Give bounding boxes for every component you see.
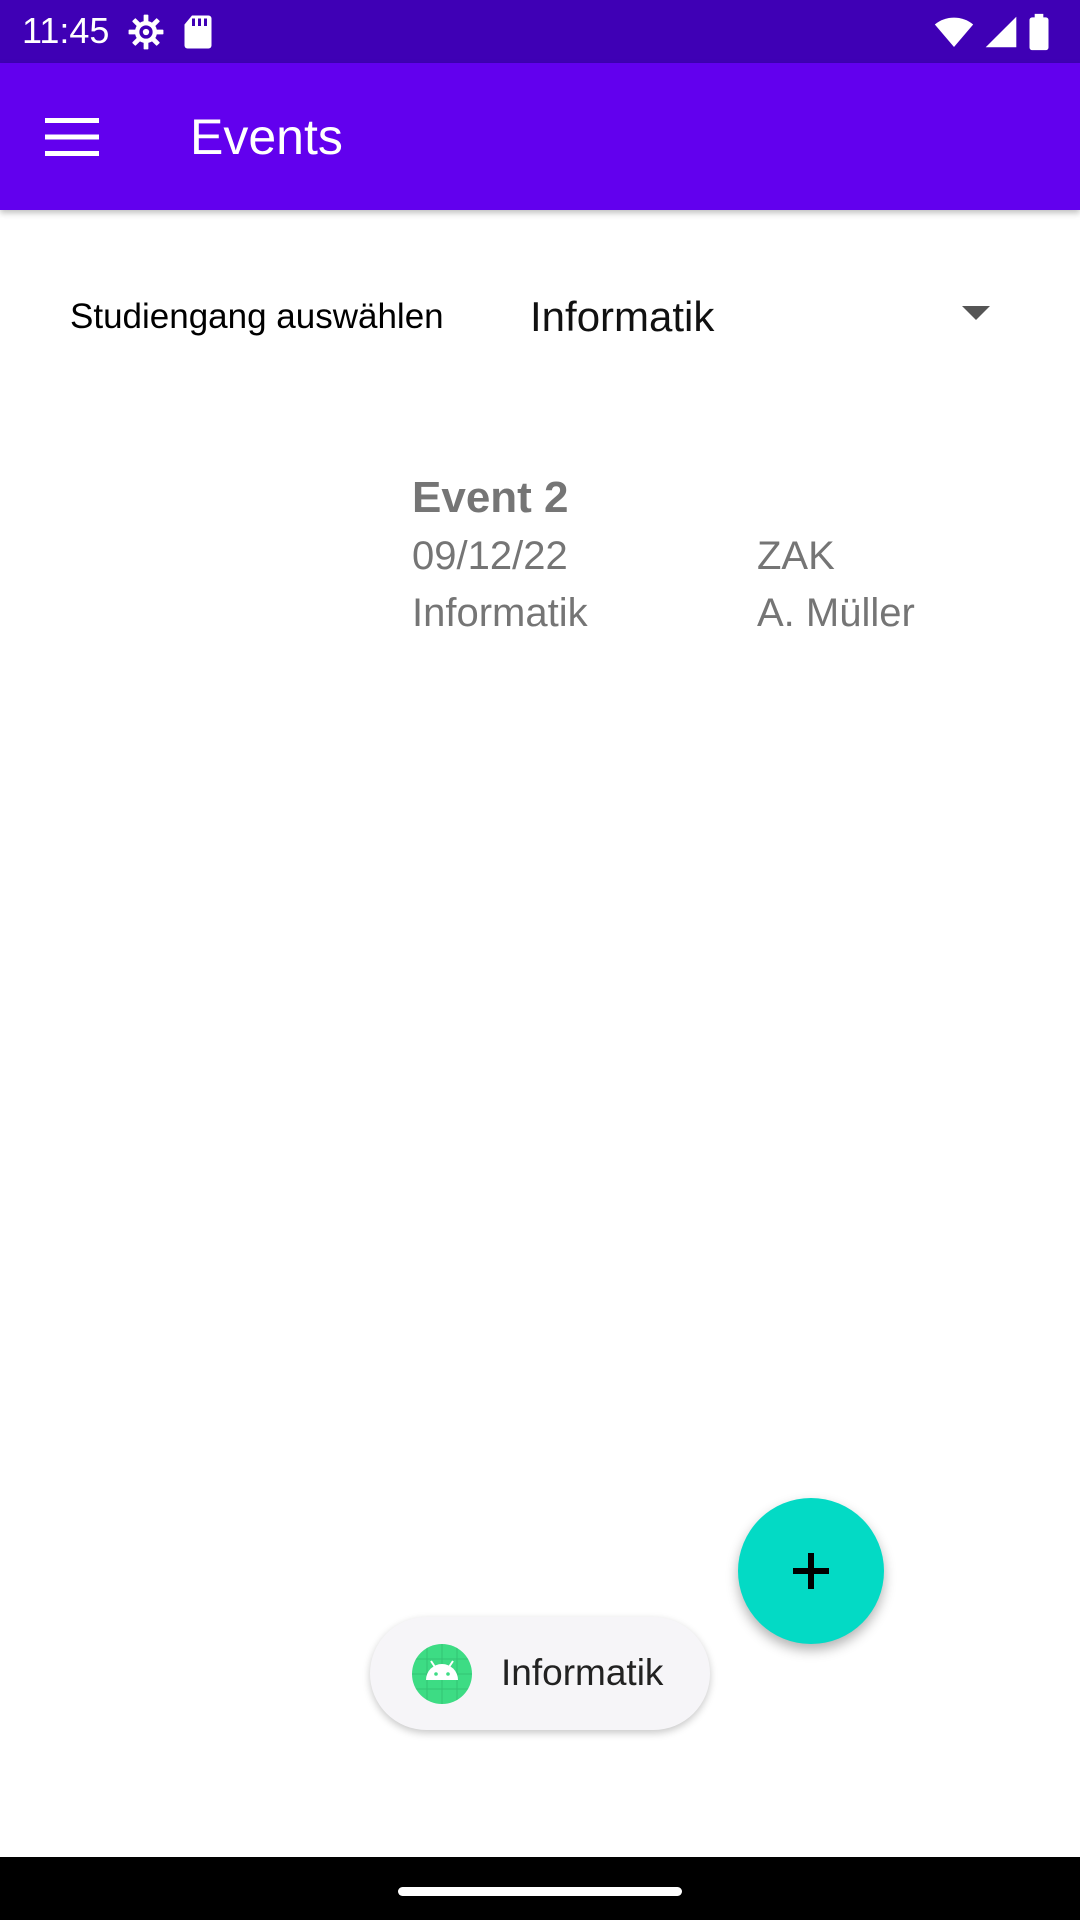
course-selector-value: Informatik xyxy=(530,293,715,340)
status-left-icons xyxy=(127,12,213,52)
sd-card-icon xyxy=(184,15,212,49)
event-course: Informatik xyxy=(412,591,588,635)
system-navigation-bar xyxy=(0,1857,1080,1920)
status-bar: 11:45 xyxy=(0,0,1080,63)
event-list-item[interactable]: Event 2 09/12/22 ZAK Informatik A. Mülle… xyxy=(410,470,970,650)
plus-icon xyxy=(793,1553,829,1589)
event-location: ZAK xyxy=(757,534,835,578)
android-robot-icon xyxy=(412,1644,472,1704)
course-selector-dropdown[interactable]: Informatik xyxy=(510,270,1020,362)
cellular-signal-icon xyxy=(985,16,1017,48)
toast-message: Informatik xyxy=(370,1617,710,1730)
home-indicator[interactable] xyxy=(398,1887,682,1896)
course-selector-label: Studiengang auswählen xyxy=(70,297,444,336)
app-bar: Events xyxy=(0,63,1080,210)
settings-gear-icon xyxy=(128,14,164,50)
page-title: Events xyxy=(190,109,343,165)
event-lecturer: A. Müller xyxy=(757,591,915,635)
menu-button[interactable] xyxy=(30,95,114,179)
add-event-button[interactable] xyxy=(738,1498,884,1644)
status-right-icons xyxy=(934,12,1050,52)
event-date: 09/12/22 xyxy=(412,534,568,578)
hamburger-menu-icon xyxy=(45,118,99,156)
dropdown-arrow-icon xyxy=(962,306,990,320)
event-title: Event 2 xyxy=(412,473,569,522)
status-time: 11:45 xyxy=(22,10,110,51)
wifi-icon xyxy=(934,17,974,47)
toast-text: Informatik xyxy=(501,1652,664,1693)
battery-icon xyxy=(1029,13,1049,51)
